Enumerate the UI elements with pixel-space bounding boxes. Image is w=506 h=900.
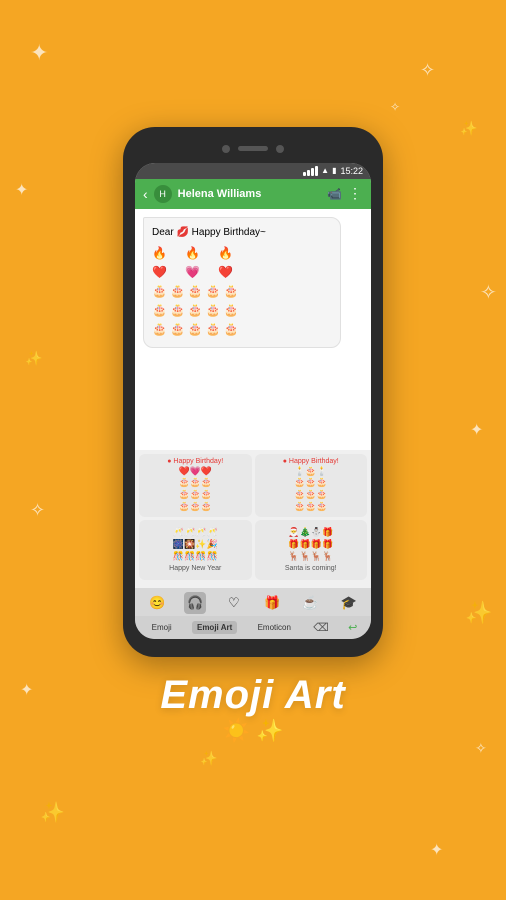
label-emoji-art[interactable]: Emoji Art bbox=[192, 621, 237, 634]
signal-bar-3 bbox=[311, 168, 314, 176]
branding-title: Emoji Art bbox=[160, 673, 345, 718]
emoji-row-2: ❤️ 💗 ❤️ bbox=[152, 263, 332, 281]
sparkle-10: ✧ bbox=[475, 740, 487, 757]
tab-emoji-art-icon[interactable]: 🎧 bbox=[184, 592, 206, 614]
emoji-row-4: 🎂🎂🎂🎂🎂 bbox=[152, 301, 332, 319]
emoji-row-3: 🎂🎂🎂🎂🎂 bbox=[152, 282, 332, 300]
emoji-art-panel: ● Happy Birthday! ❤️💗❤️ 🎂🎂🎂 🎂🎂🎂 🎂🎂🎂 ● Ha… bbox=[135, 450, 371, 588]
emoji-art-item-3[interactable]: 🥂🥂🥂🥂 🎆🎇✨🎉 🎊🎊🎊🎊 Happy New Year bbox=[139, 520, 252, 580]
status-bar: ▲ ▮ 15:22 bbox=[135, 163, 371, 179]
tab-coffee-icon[interactable]: ☕ bbox=[299, 592, 321, 614]
emoji-art-content: 🔥 🔥 🔥 ❤️ 💗 ❤️ 🎂🎂🎂🎂🎂 🎂🎂🎂🎂🎂 🎂🎂🎂🎂🎂 bbox=[152, 244, 332, 338]
sparkle-14: ✨ bbox=[200, 750, 217, 767]
branding-section: Emoji Art ☀️ ✨ bbox=[160, 673, 345, 744]
contact-avatar: H bbox=[154, 185, 172, 203]
label-emoji[interactable]: Emoji bbox=[147, 621, 177, 634]
status-time: 15:22 bbox=[340, 166, 363, 176]
phone-device: ▲ ▮ 15:22 ‹ H Helena Williams 📹 ⋮ Dear 💋… bbox=[123, 127, 383, 657]
emoji-art-mini-3: 🥂🥂🥂🥂 🎆🎇✨🎉 🎊🎊🎊🎊 bbox=[173, 527, 218, 562]
phone-camera bbox=[222, 145, 230, 153]
emoji-art-item-2[interactable]: ● Happy Birthday! 🕯️🎂🕯️ 🎂🎂🎂 🎂🎂🎂 🎂🎂🎂 bbox=[255, 454, 368, 517]
wifi-icon: ▲ bbox=[321, 166, 329, 175]
signal-bar-1 bbox=[303, 172, 306, 176]
emoji-art-item-1[interactable]: ● Happy Birthday! ❤️💗❤️ 🎂🎂🎂 🎂🎂🎂 🎂🎂🎂 bbox=[139, 454, 252, 517]
emoji-row-5: 🎂🎂🎂🎂🎂 bbox=[152, 320, 332, 338]
label-emoticon[interactable]: Emoticon bbox=[253, 621, 296, 634]
keyboard-tabs: 😊 🎧 ♡ 🎁 ☕ 🎓 bbox=[135, 588, 371, 616]
sparkle-0: ✦ bbox=[30, 40, 48, 66]
phone-screen: ▲ ▮ 15:22 ‹ H Helena Williams 📹 ⋮ Dear 💋… bbox=[135, 163, 371, 639]
app-bar-actions: 📹 ⋮ bbox=[327, 185, 363, 202]
more-options-icon[interactable]: ⋮ bbox=[348, 185, 363, 202]
sparkle-4: ✧ bbox=[480, 280, 497, 305]
status-icons: ▲ ▮ bbox=[303, 166, 336, 176]
emoji-art-mini-2: 🕯️🎂🕯️ 🎂🎂🎂 🎂🎂🎂 🎂🎂🎂 bbox=[294, 466, 328, 513]
sparkle-3: ✦ bbox=[15, 180, 28, 200]
sparkle-11: ✨ bbox=[40, 800, 65, 825]
phone-camera-2 bbox=[276, 145, 284, 153]
keyboard-labels: Emoji Emoji Art Emoticon ⌫ ↩ bbox=[135, 616, 371, 639]
sparkle-8: ✨ bbox=[465, 600, 492, 626]
sparkle-1: ✧ bbox=[420, 60, 435, 81]
chat-message-header: Dear 💋 Happy Birthday~ bbox=[152, 226, 332, 240]
emoji-art-item-4[interactable]: 🎅🎄⛄🎁 🎁🎁🎁🎁 🦌🦌🦌🦌 Santa is coming! bbox=[255, 520, 368, 580]
tab-emoji-icon[interactable]: 😊 bbox=[146, 592, 168, 614]
signal-bar-4 bbox=[315, 166, 318, 176]
battery-icon: ▮ bbox=[332, 166, 336, 175]
app-bar: ‹ H Helena Williams 📹 ⋮ bbox=[135, 179, 371, 209]
sparkle-2: ✨ bbox=[460, 120, 477, 137]
sparkle-9: ✦ bbox=[20, 680, 33, 700]
tab-heart-icon[interactable]: ♡ bbox=[223, 592, 245, 614]
contact-name: Helena Williams bbox=[178, 188, 321, 200]
chat-area: Dear 💋 Happy Birthday~ 🔥 🔥 🔥 ❤️ 💗 ❤️ 🎂🎂🎂… bbox=[135, 209, 371, 450]
sparkle-13: ✧ bbox=[390, 100, 400, 114]
chat-bubble: Dear 💋 Happy Birthday~ 🔥 🔥 🔥 ❤️ 💗 ❤️ 🎂🎂🎂… bbox=[143, 217, 341, 348]
branding-sparkle-icon: ✨ bbox=[256, 718, 283, 744]
emoji-art-grid: ● Happy Birthday! ❤️💗❤️ 🎂🎂🎂 🎂🎂🎂 🎂🎂🎂 ● Ha… bbox=[139, 454, 367, 580]
sparkle-12: ✦ bbox=[430, 840, 443, 860]
tab-grad-icon[interactable]: 🎓 bbox=[338, 592, 360, 614]
enter-key[interactable]: ↩ bbox=[346, 619, 359, 636]
emoji-art-caption-3: Happy New Year bbox=[169, 565, 221, 572]
back-button[interactable]: ‹ bbox=[143, 186, 148, 202]
signal-bar-2 bbox=[307, 170, 310, 176]
sparkle-7: ✧ bbox=[30, 500, 45, 521]
phone-speaker bbox=[238, 146, 268, 151]
emoji-row-1: 🔥 🔥 🔥 bbox=[152, 244, 332, 262]
phone-top-bar bbox=[135, 139, 371, 159]
sparkle-6: ✦ bbox=[470, 420, 483, 440]
delete-key[interactable]: ⌫ bbox=[311, 619, 331, 636]
emoji-art-mini-1: ❤️💗❤️ 🎂🎂🎂 🎂🎂🎂 🎂🎂🎂 bbox=[178, 466, 212, 513]
branding-sun-emoji: ☀️ bbox=[223, 718, 250, 744]
tab-gift-icon[interactable]: 🎁 bbox=[261, 592, 283, 614]
video-call-icon[interactable]: 📹 bbox=[327, 187, 342, 201]
emoji-art-caption-4: Santa is coming! bbox=[285, 565, 337, 572]
branding-subtitle-row: ☀️ ✨ bbox=[223, 718, 284, 744]
emoji-art-mini-4: 🎅🎄⛄🎁 🎁🎁🎁🎁 🦌🦌🦌🦌 bbox=[288, 527, 333, 562]
sparkle-5: ✨ bbox=[25, 350, 42, 367]
